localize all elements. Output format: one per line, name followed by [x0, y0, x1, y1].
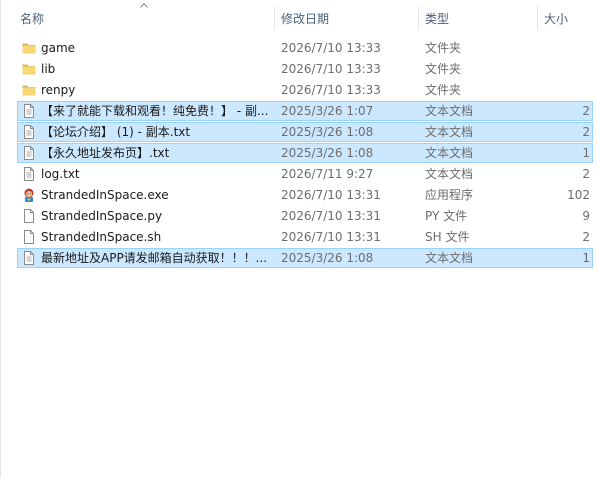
file-row[interactable]: renpy 2026/7/10 13:33 文件夹: [17, 80, 593, 100]
file-name: 最新地址及APP请发邮箱自动获取！！！...: [41, 251, 268, 265]
file-size: 102: [567, 188, 590, 202]
file-name: lib: [41, 62, 56, 76]
blank-file-icon: [21, 208, 37, 224]
text-file-icon: [21, 124, 37, 140]
file-type: 文件夹: [425, 83, 462, 97]
file-name: StrandedInSpace.exe: [41, 188, 169, 202]
column-header-type[interactable]: 类型: [425, 11, 449, 27]
column-header-size[interactable]: 大小: [544, 11, 568, 27]
file-type: 文件夹: [425, 41, 462, 55]
file-modified-date: 2026/7/10 13:33: [281, 83, 381, 97]
window-left-border: [0, 0, 1, 478]
file-modified-date: 2026/7/11 9:27: [281, 167, 374, 181]
file-row[interactable]: 【永久地址发布页】.txt 2025/3/26 1:08 文本文档 1: [17, 143, 593, 163]
folder-icon: [21, 82, 37, 98]
file-modified-date: 2025/3/26 1:08: [281, 125, 374, 139]
column-header-date[interactable]: 修改日期: [281, 11, 329, 27]
file-type: 应用程序: [425, 188, 474, 202]
file-modified-date: 2025/3/26 1:08: [281, 251, 374, 265]
file-modified-date: 2026/7/10 13:31: [281, 230, 381, 244]
file-row[interactable]: 最新地址及APP请发邮箱自动获取！！！... 2025/3/26 1:08 文本文档…: [17, 248, 593, 268]
file-name: renpy: [41, 83, 76, 97]
column-divider-name-date[interactable]: [274, 6, 275, 30]
column-header-name[interactable]: 名称: [20, 11, 44, 27]
file-size: 9: [582, 209, 590, 223]
file-type: 文本文档: [425, 146, 474, 160]
file-type: 文件夹: [425, 62, 462, 76]
file-type: 文本文档: [425, 125, 474, 139]
column-divider-type-size[interactable]: [537, 6, 538, 30]
file-row[interactable]: StrandedInSpace.exe 2026/7/10 13:31 应用程序 10…: [17, 185, 593, 205]
file-modified-date: 2026/7/10 13:31: [281, 188, 381, 202]
file-name: log.txt: [41, 167, 80, 181]
file-row[interactable]: lib 2026/7/10 13:33 文件夹: [17, 59, 593, 79]
file-type: SH 文件: [425, 230, 470, 244]
text-file-icon: [21, 145, 37, 161]
file-modified-date: 2025/3/26 1:08: [281, 146, 374, 160]
file-type: 文本文档: [425, 167, 474, 181]
file-size: 1: [582, 251, 590, 265]
file-row[interactable]: game 2026/7/10 13:33 文件夹: [17, 38, 593, 58]
file-name: 【来了就能下载和观看！纯免费！】 - 副...: [41, 104, 269, 118]
column-header-bar: 名称 修改日期 类型 大小: [0, 0, 598, 34]
file-modified-date: 2026/7/10 13:31: [281, 209, 381, 223]
folder-icon: [21, 40, 37, 56]
file-size: 2: [582, 104, 590, 118]
file-row[interactable]: StrandedInSpace.sh 2026/7/10 13:31 SH 文件 2: [17, 227, 593, 247]
app-icon: [21, 187, 37, 203]
file-type: 文本文档: [425, 104, 474, 118]
file-row[interactable]: StrandedInSpace.py 2026/7/10 13:31 PY 文件 9: [17, 206, 593, 226]
file-type: 文本文档: [425, 251, 474, 265]
column-divider-date-type[interactable]: [418, 6, 419, 30]
text-file-icon: [21, 166, 37, 182]
blank-file-icon: [21, 229, 37, 245]
file-row[interactable]: 【论坛介绍】 (1) - 副本.txt 2025/3/26 1:08 文本文档 2: [17, 122, 593, 142]
file-row[interactable]: log.txt 2026/7/11 9:27 文本文档 2: [17, 164, 593, 184]
file-name: StrandedInSpace.sh: [41, 230, 162, 244]
file-name: StrandedInSpace.py: [41, 209, 163, 223]
file-modified-date: 2026/7/10 13:33: [281, 41, 381, 55]
file-size: 2: [582, 125, 590, 139]
file-size: 2: [582, 230, 590, 244]
file-size: 2: [582, 167, 590, 181]
text-file-icon: [21, 103, 37, 119]
file-type: PY 文件: [425, 209, 468, 223]
file-name: 【永久地址发布页】.txt: [41, 146, 170, 160]
file-modified-date: 2026/7/10 13:33: [281, 62, 381, 76]
sort-ascending-icon[interactable]: [139, 1, 149, 9]
file-size: 1: [582, 146, 590, 160]
text-file-icon: [21, 250, 37, 266]
file-row[interactable]: 【来了就能下载和观看！纯免费！】 - 副... 2025/3/26 1:07 文本文…: [17, 101, 593, 121]
file-name: 【论坛介绍】 (1) - 副本.txt: [41, 125, 191, 139]
file-name: game: [41, 41, 76, 55]
file-modified-date: 2025/3/26 1:07: [281, 104, 374, 118]
folder-icon: [21, 61, 37, 77]
